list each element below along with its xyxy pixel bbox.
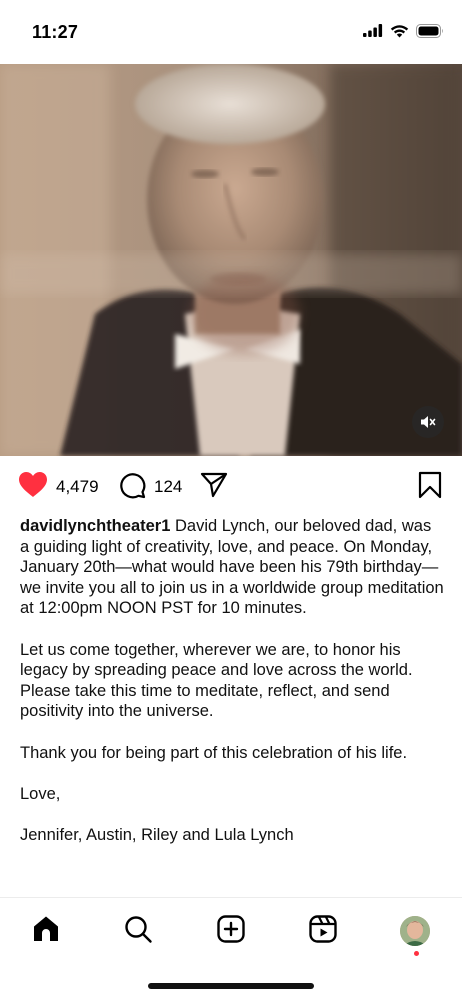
nav-reels[interactable]	[306, 914, 340, 948]
comment-icon	[118, 471, 146, 504]
save-button[interactable]	[418, 468, 442, 506]
signal-icon	[363, 24, 383, 42]
battery-icon	[416, 23, 444, 43]
heart-icon	[18, 471, 48, 503]
bookmark-icon	[418, 471, 442, 504]
home-icon	[31, 914, 61, 949]
wifi-icon	[390, 24, 409, 43]
profile-avatar	[400, 916, 430, 946]
create-icon	[216, 914, 246, 949]
nav-profile[interactable]	[398, 914, 432, 948]
status-icons	[363, 23, 444, 43]
like-count[interactable]: 4,479	[56, 477, 99, 497]
caption-lead: davidlynchtheater1 David Lynch, our belo…	[20, 516, 444, 619]
status-bar: 11:27	[0, 0, 462, 64]
caption-paragraph: Jennifer, Austin, Riley and Lula Lynch	[20, 825, 294, 844]
caption-paragraph: Love,	[20, 784, 61, 803]
search-icon	[123, 914, 153, 949]
reels-icon	[308, 914, 338, 949]
like-button[interactable]: 4,479	[18, 468, 99, 506]
nav-create[interactable]	[214, 914, 248, 948]
post-media[interactable]	[0, 64, 462, 456]
mute-button[interactable]	[412, 406, 444, 438]
home-indicator	[148, 983, 314, 989]
post-photo	[0, 64, 462, 456]
nav-search[interactable]	[121, 914, 155, 948]
send-icon	[200, 472, 228, 503]
comment-button[interactable]: 124	[118, 468, 182, 506]
post-caption: davidlynchtheater1 David Lynch, our belo…	[20, 516, 444, 866]
share-button[interactable]	[200, 468, 228, 506]
caption-paragraph: Thank you for being part of this celebra…	[20, 743, 408, 762]
caption-paragraph: Let us come together, wherever we are, t…	[20, 640, 413, 721]
status-time: 11:27	[32, 22, 79, 42]
speaker-muted-icon	[420, 415, 436, 429]
notification-dot	[414, 951, 419, 956]
nav-home[interactable]	[29, 914, 63, 948]
post-actions: 4,479 124	[0, 468, 462, 506]
comment-count[interactable]: 124	[154, 477, 182, 497]
post-username[interactable]: davidlynchtheater1	[20, 517, 170, 535]
